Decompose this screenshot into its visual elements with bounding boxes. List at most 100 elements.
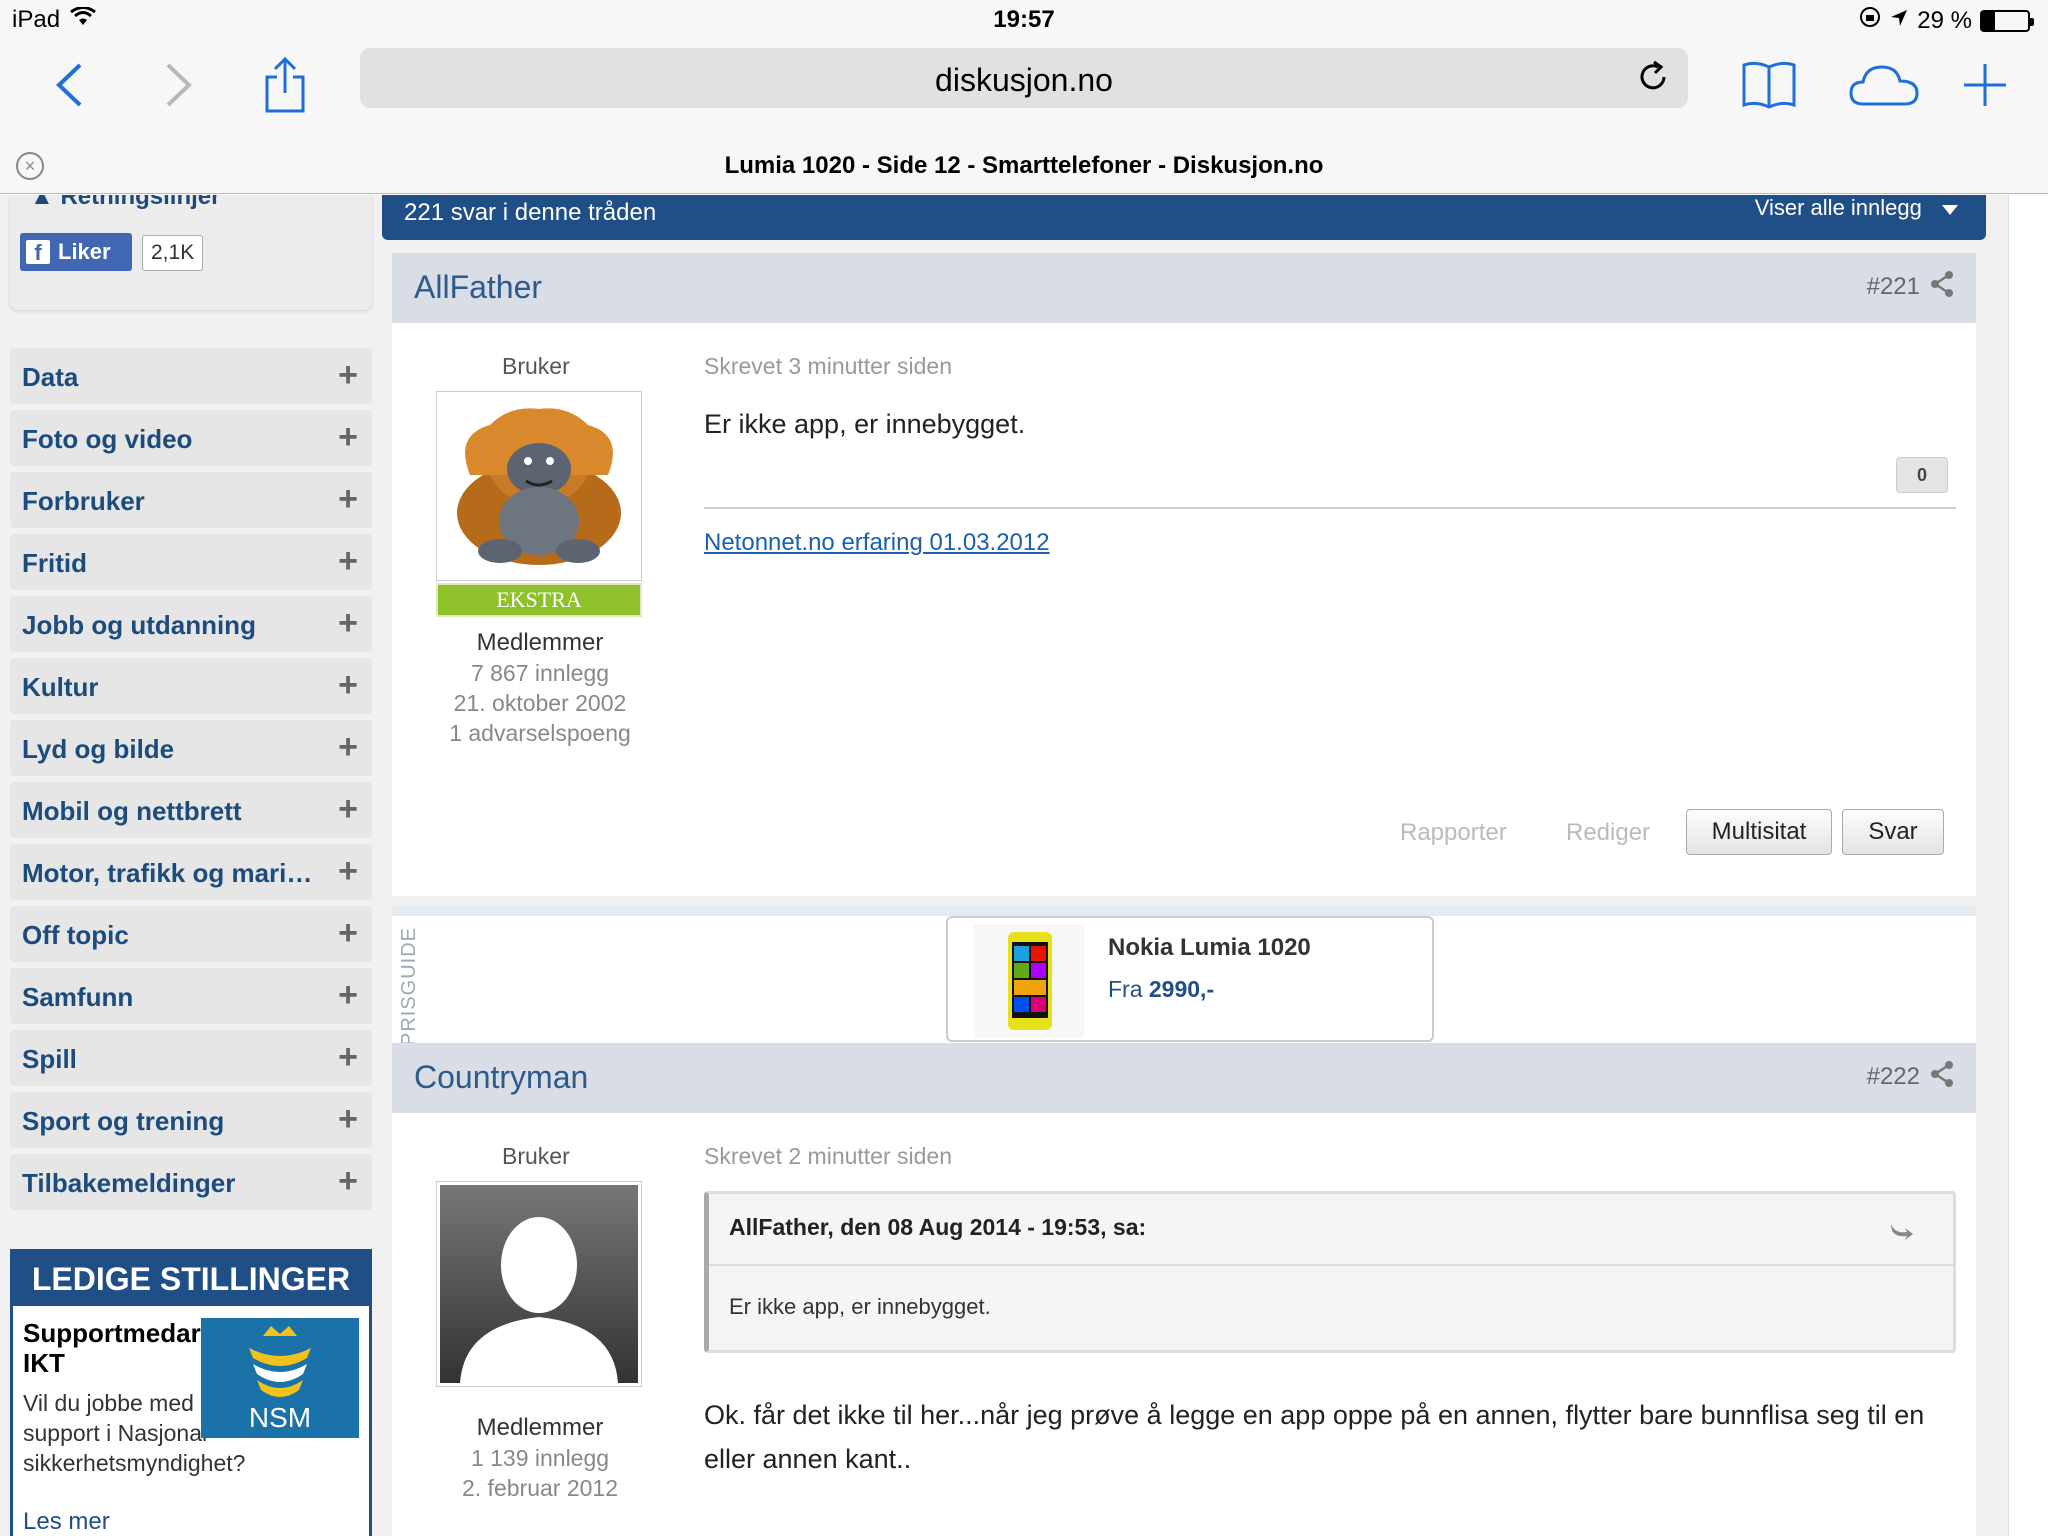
expand-plus-icon[interactable]: + <box>338 418 358 457</box>
post-timestamp: Skrevet 2 minutter siden <box>704 1143 953 1169</box>
sidebar-category[interactable]: Foto og video + <box>10 410 372 466</box>
category-list: Data + Foto og video + Forbruker + Fritid + Jobb… <box>10 348 372 1216</box>
user-meta: Medlemmer 1 139 innlegg 2. februar 2012 <box>432 1413 648 1503</box>
facebook-like-button[interactable]: f Liker <box>20 233 132 271</box>
status-bar: iPad 19:57 29 % <box>0 0 2048 40</box>
icloud-tabs-icon[interactable] <box>1846 50 1922 120</box>
reply-button[interactable]: Svar <box>1842 809 1944 855</box>
post-timestamp: Skrevet 3 minutter siden <box>704 353 953 379</box>
job-ad-title[interactable]: Supportmedarbeider IKT <box>23 1318 279 1378</box>
url-text: diskusjon.no <box>935 62 1113 98</box>
avatar[interactable] <box>436 391 642 581</box>
sidebar-category[interactable]: Sport og trening + <box>10 1092 372 1148</box>
share-icon[interactable] <box>1930 271 1954 302</box>
quote-link-icon[interactable] <box>1887 1220 1913 1247</box>
prisguide-label: PRISGUIDE <box>398 926 420 1046</box>
guidelines-icon: ▲ <box>30 195 54 210</box>
product-price: Fra 2990,- <box>1108 976 1214 1003</box>
nsm-logo-text: NSM <box>248 1402 312 1433</box>
battery-icon <box>1980 9 2034 32</box>
sidebar-category[interactable]: Mobil og nettbrett + <box>10 782 372 838</box>
post-number[interactable]: #221 <box>1867 273 1920 301</box>
clock: 19:57 <box>993 6 1055 33</box>
expand-plus-icon[interactable]: + <box>338 480 358 519</box>
reload-icon[interactable] <box>1636 60 1670 99</box>
product-image <box>974 924 1084 1038</box>
sidebar-category[interactable]: Spill + <box>10 1030 372 1086</box>
user-meta: Medlemmer 7 867 innlegg 21. oktober 2002… <box>432 628 648 748</box>
expand-plus-icon[interactable]: + <box>338 976 358 1015</box>
expand-plus-icon[interactable]: + <box>338 728 358 767</box>
facebook-like-count: 2,1K <box>142 235 204 271</box>
expand-plus-icon[interactable]: + <box>338 666 358 705</box>
user-post-count: 1 139 innlegg <box>470 1445 610 1471</box>
quote-block: AllFather, den 08 Aug 2014 - 19:53, sa: … <box>704 1191 1956 1353</box>
sidebar-category-label: Fritid <box>22 548 87 578</box>
post-content: Ok. får det ikke til her...når jeg prøve… <box>704 1400 1925 1474</box>
post-author[interactable]: AllFather <box>414 269 542 306</box>
job-ad-read-more[interactable]: Les mer <box>23 1508 110 1536</box>
multiquote-button[interactable]: Multisitat <box>1686 809 1832 855</box>
address-bar[interactable]: diskusjon.no <box>360 48 1688 108</box>
post-number[interactable]: #222 <box>1867 1063 1920 1091</box>
post-header: Countryman #222 <box>392 1043 1976 1113</box>
sidebar-category-label: Samfunn <box>22 982 134 1012</box>
sidebar-category[interactable]: Motor, trafikk og mari… + <box>10 844 372 900</box>
price-prefix: Fra <box>1108 976 1143 1002</box>
sidebar-category[interactable]: Jobb og utdanning + <box>10 596 372 652</box>
sidebar-category[interactable]: Fritid + <box>10 534 372 590</box>
expand-plus-icon[interactable]: + <box>338 604 358 643</box>
post-filter-label: Viser alle innlegg <box>1754 195 1922 220</box>
sidebar-category-label: Jobb og utdanning <box>22 610 256 640</box>
facebook-icon: f <box>26 240 50 265</box>
user-post-count: 7 867 innlegg <box>470 660 610 686</box>
sidebar-category[interactable]: Tilbakemeldinger + <box>10 1154 372 1210</box>
product-name: Nokia Lumia 1020 <box>1108 934 1311 961</box>
sidebar-category[interactable]: Lyd og bilde + <box>10 720 372 776</box>
prisguide-product-card[interactable]: Nokia Lumia 1020 Fra 2990,- <box>946 916 1434 1042</box>
job-ad[interactable]: LEDIGE STILLINGER Supportmedarbeider IKT… <box>10 1249 372 1536</box>
edit-button[interactable]: Rediger <box>1566 819 1650 847</box>
signature-link[interactable]: Netonnet.no erfaring 01.03.2012 <box>704 529 1050 557</box>
forward-icon[interactable] <box>144 50 214 120</box>
tab-title-bar: × Lumia 1020 - Side 12 - Smarttelefoner … <box>0 140 2048 194</box>
tab-title: Lumia 1020 - Side 12 - Smarttelefoner - … <box>724 152 1324 179</box>
post-rating[interactable]: 0 <box>1896 457 1948 493</box>
new-tab-icon[interactable] <box>1950 50 2020 120</box>
user-joined-date: 21. oktober 2002 <box>453 690 627 716</box>
expand-plus-icon[interactable]: + <box>338 1038 358 1077</box>
browser-toolbar: diskusjon.no <box>0 40 2048 140</box>
facebook-like-label: Liker <box>58 239 111 264</box>
expand-plus-icon[interactable]: + <box>338 790 358 829</box>
share-icon[interactable] <box>250 50 320 120</box>
guidelines-label: Retningslinjer <box>60 195 221 210</box>
chevron-down-icon <box>1942 195 1958 221</box>
expand-plus-icon[interactable]: + <box>338 852 358 891</box>
expand-plus-icon[interactable]: + <box>338 1162 358 1201</box>
post-content: Er ikke app, er innebygget. <box>704 409 1026 439</box>
page-content: ▲ Retningslinjer f Liker 2,1K Data + Foto … <box>0 195 2048 1536</box>
sidebar-category[interactable]: Samfunn + <box>10 968 372 1024</box>
expand-plus-icon[interactable]: + <box>338 542 358 581</box>
expand-plus-icon[interactable]: + <box>338 914 358 953</box>
expand-plus-icon[interactable]: + <box>338 356 358 395</box>
report-button[interactable]: Rapporter <box>1400 819 1507 847</box>
post-header: AllFather #221 <box>392 253 1976 323</box>
sidebar-category-label: Sport og trening <box>22 1106 225 1136</box>
avatar[interactable] <box>436 1181 642 1387</box>
sidebar-category[interactable]: Off topic + <box>10 906 372 962</box>
rotation-lock-icon <box>1859 6 1881 35</box>
sidebar-category-label: Mobil og nettbrett <box>22 796 242 826</box>
expand-plus-icon[interactable]: + <box>338 1100 358 1139</box>
job-ad-header: LEDIGE STILLINGER <box>13 1252 369 1306</box>
share-icon[interactable] <box>1930 1061 1954 1092</box>
sidebar-category[interactable]: Kultur + <box>10 658 372 714</box>
guidelines-link[interactable]: ▲ Retningslinjer <box>30 195 220 211</box>
sidebar-category-label: Kultur <box>22 672 99 702</box>
sidebar-category[interactable]: Forbruker + <box>10 472 372 528</box>
back-icon[interactable] <box>34 50 104 120</box>
post-filter-dropdown[interactable]: Viser alle innlegg <box>1755 195 1958 221</box>
bookmarks-icon[interactable] <box>1734 50 1804 120</box>
sidebar-category[interactable]: Data + <box>10 348 372 404</box>
post-author[interactable]: Countryman <box>414 1059 588 1096</box>
